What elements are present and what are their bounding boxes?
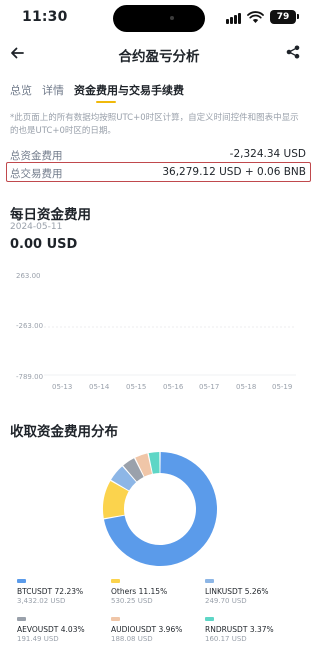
battery-icon: 79 bbox=[270, 10, 296, 24]
x-tick: 05-16 bbox=[163, 383, 184, 391]
x-tick: 05-19 bbox=[272, 383, 293, 391]
distribution-title: 收取资金费用分布 bbox=[10, 424, 118, 440]
legend-label: AUDIOUSDT bbox=[111, 625, 157, 634]
legend-swatch-aevousdt bbox=[17, 617, 26, 621]
active-tab-indicator bbox=[96, 101, 116, 103]
legend-percent: 72.23% bbox=[54, 587, 84, 596]
legend-swatch-linkusdt bbox=[205, 579, 214, 583]
share-icon[interactable] bbox=[286, 45, 300, 59]
tab-fees[interactable]: 资金费用与交易手续费 bbox=[74, 82, 184, 98]
x-tick: 05-14 bbox=[89, 383, 110, 391]
legend-amount: 530.25 USD bbox=[111, 597, 153, 605]
y-tick-top: 263.00 bbox=[16, 272, 41, 280]
total-trading-label: 总交易费用 bbox=[10, 168, 63, 180]
dynamic-island bbox=[113, 5, 205, 32]
timezone-note: *此页面上的所有数据均按照UTC+0时区计算，自定义时间控件和图表中显示的也是U… bbox=[10, 113, 299, 136]
x-tick: 05-13 bbox=[52, 383, 73, 391]
legend-label: BTCUSDT bbox=[17, 587, 53, 596]
legend-item-others[interactable]: Others 11.15% bbox=[111, 587, 167, 596]
y-tick-bottom: -789.00 bbox=[16, 373, 44, 381]
selected-date: 2024-05-11 bbox=[10, 222, 63, 232]
legend-item-linkusdt[interactable]: LINKUSDT 5.26% bbox=[205, 587, 269, 596]
legend-amount: 191.49 USD bbox=[17, 635, 59, 643]
legend-percent: 3.37% bbox=[249, 625, 274, 634]
legend-item-rndrusdt[interactable]: RNDRUSDT 3.37% bbox=[205, 625, 274, 634]
legend-amount: 160.17 USD bbox=[205, 635, 247, 643]
legend-label: AEVOUSDT bbox=[17, 625, 59, 634]
legend-amount: 188.08 USD bbox=[111, 635, 153, 643]
legend-label: LINKUSDT bbox=[205, 587, 243, 596]
legend-percent: 11.15% bbox=[138, 587, 168, 596]
x-tick: 05-18 bbox=[236, 383, 257, 391]
battery-tip bbox=[297, 14, 299, 19]
x-tick: 05-15 bbox=[126, 383, 147, 391]
legend-swatch-audiousdt bbox=[111, 617, 120, 621]
legend-amount: 3,432.02 USD bbox=[17, 597, 66, 605]
daily-amount: 0.00 USD bbox=[10, 237, 78, 252]
legend-percent: 4.03% bbox=[60, 625, 85, 634]
total-funding-value: -2,324.34 USD bbox=[229, 148, 306, 160]
tab-overview[interactable]: 总览 bbox=[10, 82, 32, 98]
legend-label: Others bbox=[111, 587, 137, 596]
total-funding-label: 总资金费用 bbox=[10, 150, 63, 162]
x-tick: 05-17 bbox=[199, 383, 220, 391]
legend-item-aevousdt[interactable]: AEVOUSDT 4.03% bbox=[17, 625, 85, 634]
page-title: 合约盈亏分析 bbox=[118, 49, 200, 65]
legend-percent: 3.96% bbox=[158, 625, 183, 634]
daily-funding-chart[interactable]: 263.00 -263.00 -789.00 bbox=[0, 265, 318, 395]
legend-item-btcusdt[interactable]: BTCUSDT 72.23% bbox=[17, 587, 83, 596]
total-trading-value: 36,279.12 USD + 0.06 BNB bbox=[162, 166, 306, 178]
legend-swatch-btcusdt bbox=[17, 579, 26, 583]
legend-amount: 249.70 USD bbox=[205, 597, 247, 605]
legend-label: RNDRUSDT bbox=[205, 625, 248, 634]
chart-grid bbox=[44, 326, 296, 376]
funding-distribution-donut[interactable] bbox=[100, 449, 220, 569]
y-tick-mid: -263.00 bbox=[16, 322, 44, 330]
legend-percent: 5.26% bbox=[244, 587, 269, 596]
legend-item-audiousdt[interactable]: AUDIOUSDT 3.96% bbox=[111, 625, 182, 634]
wifi-icon bbox=[247, 11, 264, 23]
status-time: 11:30 bbox=[22, 9, 68, 25]
legend-swatch-rndrusdt bbox=[205, 617, 214, 621]
camera-dot bbox=[170, 16, 174, 20]
legend-swatch-others bbox=[111, 579, 120, 583]
tab-details[interactable]: 详情 bbox=[42, 82, 64, 98]
daily-funding-title: 每日资金费用 bbox=[10, 207, 91, 223]
